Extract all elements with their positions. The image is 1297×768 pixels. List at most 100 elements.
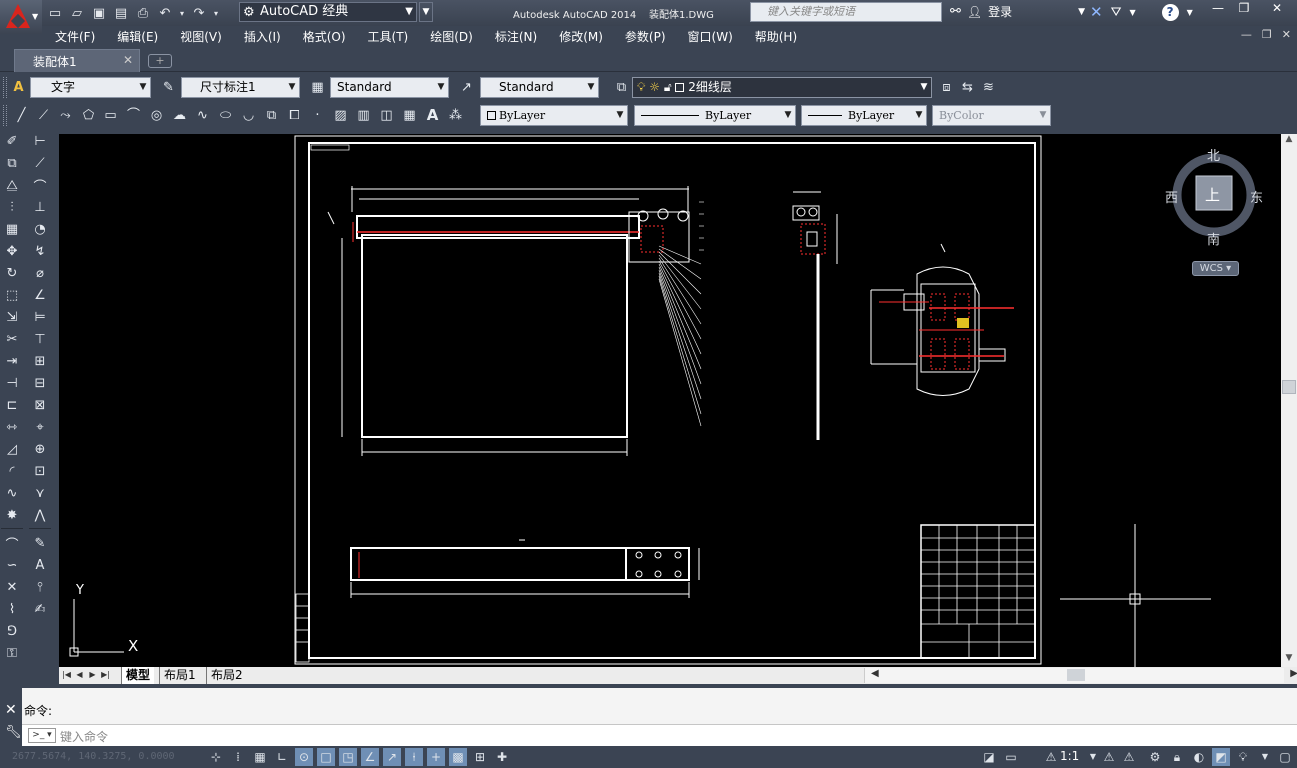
baseline-dimension-icon[interactable]: ⊤ (29, 328, 51, 350)
save-icon[interactable]: ▣ (90, 4, 108, 22)
trim-icon[interactable]: ✂ (1, 328, 23, 350)
customize-qat-button[interactable]: ▼ (419, 2, 433, 22)
scroll-right-icon[interactable]: ▶ (1290, 668, 1297, 679)
attribute-edit-icon[interactable]: ⅁ (1, 620, 23, 642)
tab-layout2[interactable]: 布局2 (206, 667, 247, 684)
3d-object-snap-icon[interactable]: ◳ (339, 748, 357, 766)
hatch-icon[interactable]: ▨ (331, 106, 350, 125)
gradient-icon[interactable]: ▥ (354, 106, 373, 125)
coordinate-readout[interactable]: 2677.5674, 140.3275, 0.0000 (12, 751, 175, 762)
construction-line-icon[interactable]: ⟋ (34, 106, 53, 125)
selection-cycling-icon[interactable]: ✚ (493, 748, 511, 766)
doc-restore-icon[interactable]: ❐ (1262, 28, 1272, 41)
dynamic-input-icon[interactable]: ⍿ (405, 748, 423, 766)
model-space-icon[interactable]: ◪ (980, 748, 998, 766)
ellipse-icon[interactable]: ⬭ (216, 106, 235, 125)
polyline-edit-icon[interactable]: ⌒ (1, 532, 23, 554)
clean-screen-icon[interactable]: ▢ (1276, 748, 1294, 766)
extend-icon[interactable]: ⇥ (1, 350, 23, 372)
doc-minimize-icon[interactable]: — (1241, 28, 1252, 41)
lineweight-select[interactable]: ByLayer ▼ (801, 105, 927, 126)
aligned-dimension-icon[interactable]: ⟋ (29, 152, 51, 174)
scroll-left-icon[interactable]: ◀ (871, 668, 879, 679)
chevron-down-icon[interactable]: ▼ (1256, 748, 1274, 766)
lock-icon[interactable]: 🔒︎ (1168, 748, 1186, 766)
arc-icon[interactable]: ⌒ (124, 106, 143, 125)
viewcube-east[interactable]: 东 (1250, 187, 1263, 206)
auto-scale-icon[interactable]: ⚠ (1120, 748, 1138, 766)
color-select[interactable]: ByLayer ▼ (480, 105, 628, 126)
next-layout-icon[interactable]: ▶ (87, 669, 98, 681)
menu-format[interactable]: 格式(O) (303, 26, 346, 46)
close-icon[interactable]: ✕ (5, 702, 17, 718)
quick-properties-icon[interactable]: ⊞ (471, 748, 489, 766)
menu-dimension[interactable]: 标注(N) (495, 26, 537, 46)
array-icon[interactable]: ▦ (1, 218, 23, 240)
object-snap-icon[interactable]: □ (317, 748, 335, 766)
drawing-area[interactable]: 北 南 西 东 上 WCS ▾ Y X (59, 134, 1281, 667)
tolerance-icon[interactable]: ⌖ (29, 416, 51, 438)
menu-parameters[interactable]: 参数(P) (625, 26, 666, 46)
angular-dimension-icon[interactable]: ∠ (29, 284, 51, 306)
lineweight-icon[interactable]: + (427, 748, 445, 766)
polar-tracking-icon[interactable]: ⊙ (295, 748, 313, 766)
copy-icon[interactable]: ⧉ (1, 152, 23, 174)
table-icon[interactable]: ▦ (400, 106, 419, 125)
offset-icon[interactable]: ⫶ (1, 196, 23, 218)
dimension-edit-icon[interactable]: ⋀ (29, 504, 51, 526)
hatch-edit-icon[interactable]: ⌇ (1, 598, 23, 620)
dimension-break-icon[interactable]: ⊠ (29, 394, 51, 416)
break-at-point-icon[interactable]: ⊣ (1, 372, 23, 394)
ellipse-arc-icon[interactable]: ◡ (239, 106, 258, 125)
redo-dropdown-icon[interactable]: ▾ (212, 4, 220, 22)
viewcube-south[interactable]: 南 (1207, 229, 1220, 248)
inspection-icon[interactable]: ⊡ (29, 460, 51, 482)
grid-icon[interactable]: ▦ (251, 748, 269, 766)
new-tab-button[interactable]: + (148, 54, 172, 68)
menu-window[interactable]: 窗口(W) (688, 26, 733, 46)
join-icon[interactable]: ⇿ (1, 416, 23, 438)
jogged-linear-icon[interactable]: ⋎ (29, 482, 51, 504)
redo-icon[interactable]: ↷ (190, 4, 208, 22)
linetype-select[interactable]: ByLayer ▼ (634, 105, 796, 126)
prev-layout-icon[interactable]: ◀ (74, 669, 85, 681)
dimension-style-select[interactable]: 尺寸标注1 ▼ (181, 77, 300, 98)
wcs-menu[interactable]: WCS ▾ (1192, 261, 1239, 276)
file-tab[interactable]: 装配体1 ✕ (14, 49, 140, 72)
command-input[interactable]: 键入命令 (60, 728, 108, 745)
erase-icon[interactable]: ✐ (1, 130, 23, 152)
menu-modify[interactable]: 修改(M) (559, 26, 603, 46)
menu-view[interactable]: 视图(V) (180, 26, 222, 46)
circle-icon[interactable]: ◎ (147, 106, 166, 125)
quick-dimension-icon[interactable]: ⊨ (29, 306, 51, 328)
minimize-icon[interactable]: — (1205, 0, 1231, 18)
binoculars-icon[interactable]: ⚯ (950, 4, 961, 19)
layer-states-icon[interactable]: ≋ (979, 78, 998, 97)
transparency-icon[interactable]: ▩ (449, 748, 467, 766)
open-icon[interactable]: ▱ (68, 4, 86, 22)
annotation-scale-value[interactable]: 1:1 (1060, 749, 1079, 763)
object-snap-tracking-icon[interactable]: ∠ (361, 748, 379, 766)
command-line[interactable]: >_ ▾ 键入命令 (22, 724, 1297, 746)
undo-icon[interactable]: ↶ (156, 4, 174, 22)
hardware-acceleration-icon[interactable]: ◐ (1190, 748, 1208, 766)
scroll-down-icon[interactable]: ▼ (1281, 653, 1297, 667)
region-icon[interactable]: ◫ (377, 106, 396, 125)
multileader-style-select[interactable]: Standard ▼ (480, 77, 599, 98)
insert-block-icon[interactable]: ⧉ (262, 106, 281, 125)
scroll-thumb[interactable] (1282, 380, 1296, 394)
viewcube-north[interactable]: 北 (1207, 145, 1220, 164)
revision-cloud-icon[interactable]: ☁ (170, 106, 189, 125)
viewcube-west[interactable]: 西 (1165, 187, 1178, 206)
move-icon[interactable]: ✥ (1, 240, 23, 262)
help-icon[interactable]: ? (1161, 3, 1179, 21)
rotate-icon[interactable]: ↻ (1, 262, 23, 284)
save-as-icon[interactable]: ▤ (112, 4, 130, 22)
spline-edit-icon[interactable]: ∽ (1, 554, 23, 576)
close-icon[interactable]: ✕ (1257, 0, 1297, 18)
viewcube-top-face[interactable]: 上 (1205, 184, 1220, 205)
menu-file[interactable]: 文件(F) (55, 26, 95, 46)
workspace-select[interactable]: ⚙ AutoCAD 经典 ▼ (239, 2, 417, 22)
mirror-icon[interactable]: ⧋ (1, 174, 23, 196)
scroll-up-icon[interactable]: ▲ (1281, 134, 1297, 148)
